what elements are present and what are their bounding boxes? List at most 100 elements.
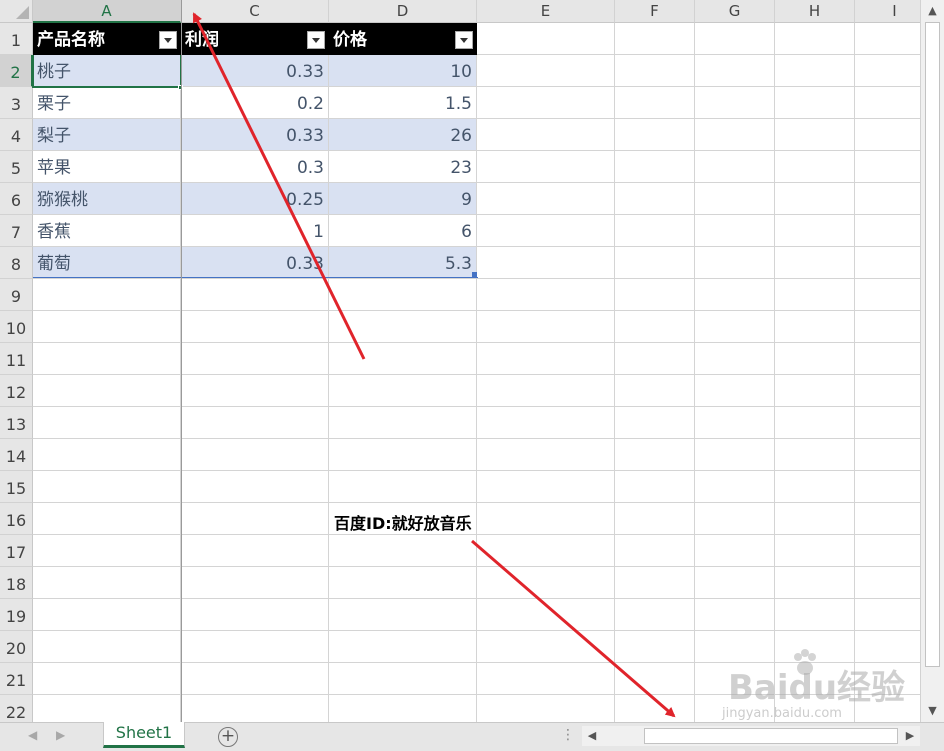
table-cell[interactable]: 栗子 [33,87,181,119]
cell-g8[interactable] [695,247,775,279]
cell-f21[interactable] [615,663,695,695]
cell-a9[interactable] [33,279,181,311]
cell-i6[interactable] [855,183,920,215]
row-header-8[interactable]: 8 [0,247,33,279]
horizontal-scrollbar[interactable]: ◀ ▶ [582,726,920,746]
table-cell[interactable]: 5.3 [329,247,477,279]
cell-i20[interactable] [855,631,920,663]
cell-h16[interactable] [775,503,855,535]
cell-g7[interactable] [695,215,775,247]
filter-dropdown-icon[interactable] [307,31,325,49]
cell-f7[interactable] [615,215,695,247]
row-header-11[interactable]: 11 [0,343,33,375]
cell-h15[interactable] [775,471,855,503]
table-cell[interactable]: 6 [329,215,477,247]
cell-f8[interactable] [615,247,695,279]
cell-a11[interactable] [33,343,181,375]
cell-g14[interactable] [695,439,775,471]
horizontal-scroll-thumb[interactable] [644,728,898,744]
cell-f10[interactable] [615,311,695,343]
table-cell[interactable]: 葡萄 [33,247,181,279]
cell-g13[interactable] [695,407,775,439]
cell-a12[interactable] [33,375,181,407]
row-header-10[interactable]: 10 [0,311,33,343]
cell-h12[interactable] [775,375,855,407]
column-header-g[interactable]: G [695,0,775,23]
cell-g20[interactable] [695,631,775,663]
cell-d18[interactable] [329,567,477,599]
cell-i12[interactable] [855,375,920,407]
cell-g19[interactable] [695,599,775,631]
filter-dropdown-icon[interactable] [455,31,473,49]
cell-c10[interactable] [181,311,329,343]
cell-c18[interactable] [181,567,329,599]
cell-a14[interactable] [33,439,181,471]
cell-f1[interactable] [615,23,695,55]
cell-a19[interactable] [33,599,181,631]
cell-i18[interactable] [855,567,920,599]
cell-f22[interactable] [615,695,695,722]
cell-e2[interactable] [477,55,615,87]
tab-splitter-handle-icon[interactable]: ⋮ [561,727,575,743]
cell-e1[interactable] [477,23,615,55]
cell-d15[interactable] [329,471,477,503]
cell-e16[interactable] [477,503,615,535]
add-sheet-icon[interactable]: + [218,727,238,747]
cell-i1[interactable] [855,23,920,55]
cell-f13[interactable] [615,407,695,439]
table-cell[interactable]: 0.33 [181,247,329,279]
table-cell[interactable]: 10 [329,55,477,87]
cell-i7[interactable] [855,215,920,247]
cell-e22[interactable] [477,695,615,722]
cell-f12[interactable] [615,375,695,407]
scroll-right-icon[interactable]: ▶ [902,727,918,744]
cell-g18[interactable] [695,567,775,599]
row-header-22[interactable]: 22 [0,695,33,722]
cell-g1[interactable] [695,23,775,55]
cell-d9[interactable] [329,279,477,311]
cell-h10[interactable] [775,311,855,343]
vertical-scrollbar[interactable]: ▲ ▼ [920,0,944,722]
table-header-cell[interactable]: 产品名称 [33,23,181,55]
sheet-tab-sheet1[interactable]: Sheet1 [103,722,185,748]
cell-a17[interactable] [33,535,181,567]
cell-f5[interactable] [615,151,695,183]
row-header-13[interactable]: 13 [0,407,33,439]
cell-f19[interactable] [615,599,695,631]
cell-i2[interactable] [855,55,920,87]
filter-dropdown-icon[interactable] [159,31,177,49]
row-header-1[interactable]: 1 [0,23,33,55]
cell-i16[interactable] [855,503,920,535]
cell-g4[interactable] [695,119,775,151]
cell-h4[interactable] [775,119,855,151]
cell-d11[interactable] [329,343,477,375]
row-header-18[interactable]: 18 [0,567,33,599]
cell-e18[interactable] [477,567,615,599]
row-header-14[interactable]: 14 [0,439,33,471]
cell-i10[interactable] [855,311,920,343]
cell-f6[interactable] [615,183,695,215]
cell-i8[interactable] [855,247,920,279]
row-header-12[interactable]: 12 [0,375,33,407]
column-header-e[interactable]: E [477,0,615,23]
row-header-21[interactable]: 21 [0,663,33,695]
table-cell[interactable]: 0.2 [181,87,329,119]
cell-e4[interactable] [477,119,615,151]
cell-i14[interactable] [855,439,920,471]
table-cell[interactable]: 1.5 [329,87,477,119]
cell-f2[interactable] [615,55,695,87]
cell-i11[interactable] [855,343,920,375]
cell-e13[interactable] [477,407,615,439]
cell-g11[interactable] [695,343,775,375]
cell-c9[interactable] [181,279,329,311]
cell-c22[interactable] [181,695,329,722]
next-sheet-icon[interactable]: ▶ [56,728,65,742]
cell-h3[interactable] [775,87,855,119]
table-cell[interactable]: 梨子 [33,119,181,151]
cell-g12[interactable] [695,375,775,407]
column-header-f[interactable]: F [615,0,695,23]
cell-g15[interactable] [695,471,775,503]
cell-c19[interactable] [181,599,329,631]
cell-a10[interactable] [33,311,181,343]
cell-g6[interactable] [695,183,775,215]
